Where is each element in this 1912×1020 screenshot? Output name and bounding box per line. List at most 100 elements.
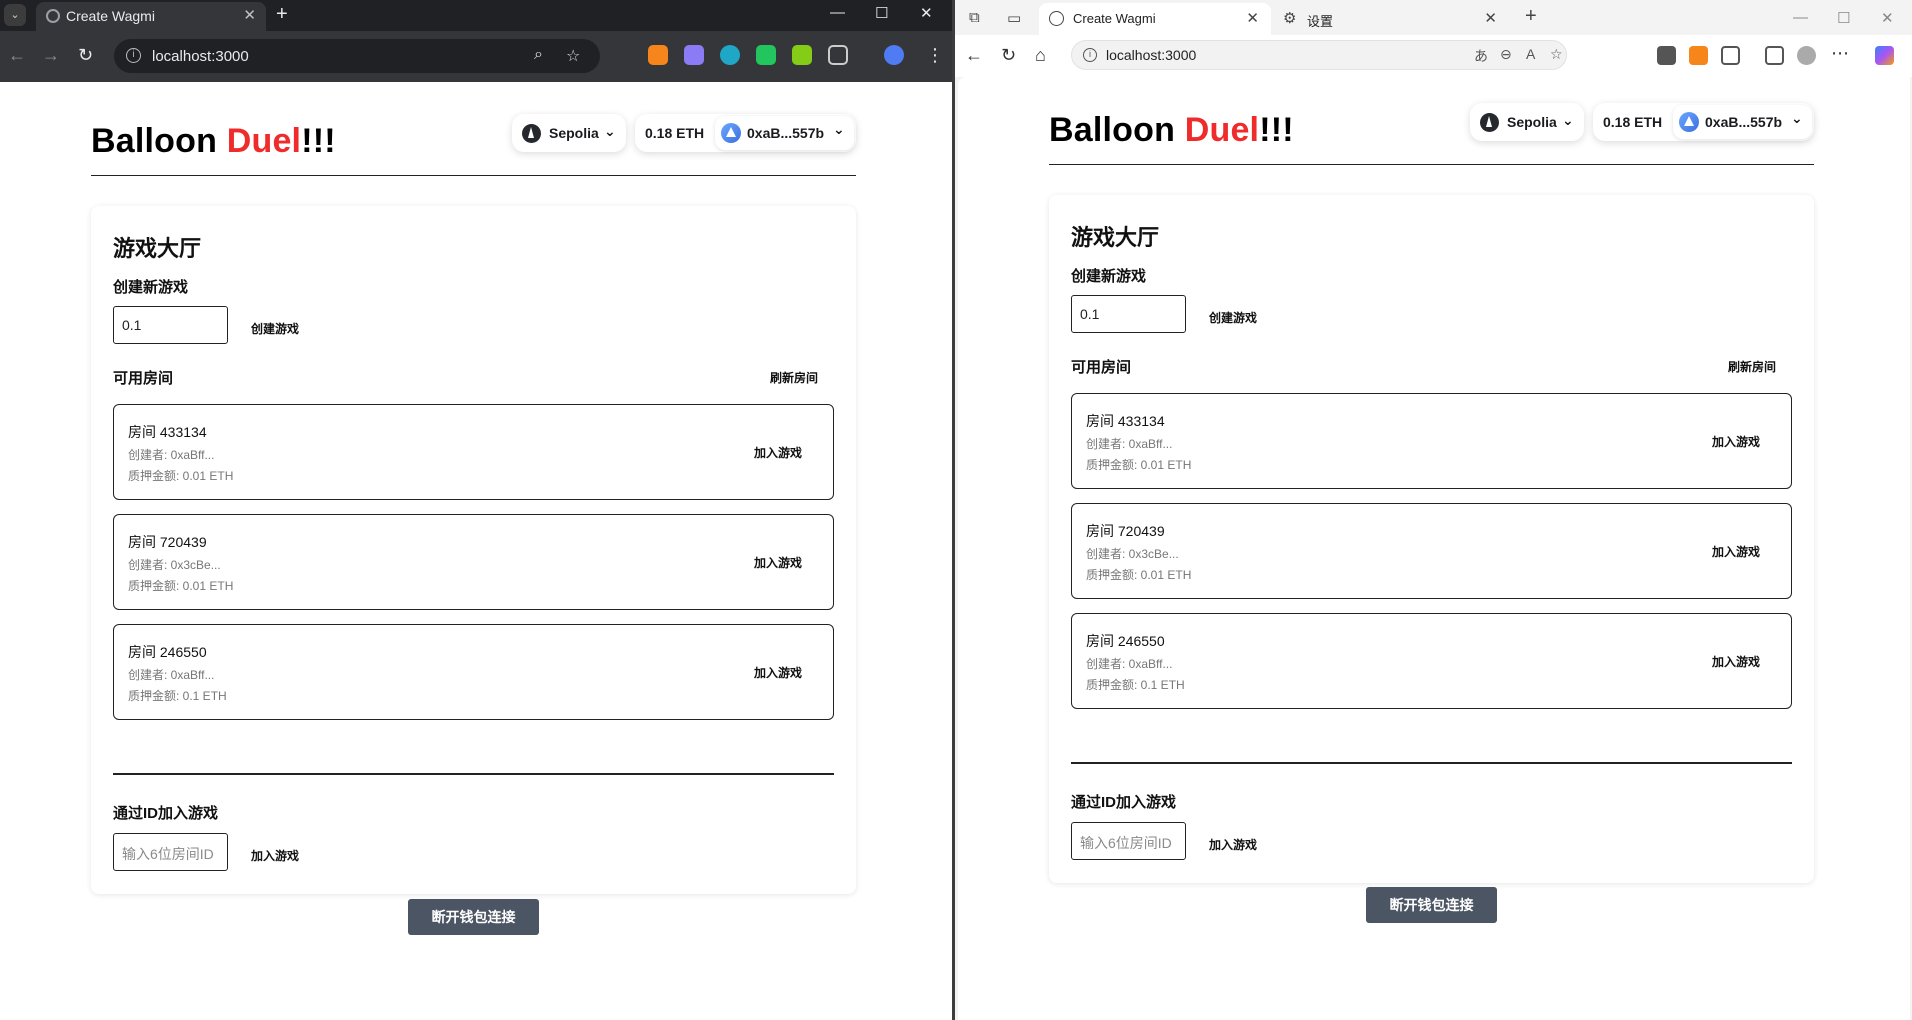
tab-title: Create Wagmi	[1073, 11, 1156, 26]
new-tab-icon[interactable]: +	[1525, 5, 1537, 28]
room-id-input[interactable]: 输入6位房间ID	[113, 833, 228, 871]
minimize-icon[interactable]: —	[830, 4, 845, 21]
site-info-icon[interactable]: i	[126, 48, 141, 63]
zoom-out-icon[interactable]: ⊖	[1500, 46, 1512, 63]
extensions-puzzle-icon[interactable]	[828, 45, 848, 65]
section-divider	[1071, 762, 1792, 764]
edge-tab-active[interactable]: Create Wagmi ✕	[1039, 3, 1271, 35]
site-info-icon[interactable]: i	[1083, 48, 1097, 62]
join-room-button[interactable]: 加入游戏	[754, 444, 802, 461]
close-tab-icon[interactable]: ✕	[1484, 9, 1497, 27]
join-by-id-button[interactable]: 加入游戏	[1209, 836, 1257, 853]
edge-window: ⧉ ▭ Create Wagmi ✕ ⚙ 设置 ✕ + — ☐ ✕ ← ↻ ⌂ …	[955, 0, 1912, 1020]
menu-icon[interactable]: ⋯	[1831, 43, 1849, 64]
address-bar[interactable]: i localhost:3000 ☆ ⌕	[114, 39, 600, 73]
bookmark-star-icon[interactable]: ☆	[566, 46, 580, 66]
menu-icon[interactable]: ⋮	[926, 45, 944, 66]
rooms-heading: 可用房间	[1071, 359, 1132, 376]
room-id-input[interactable]: 输入6位房间ID	[1071, 822, 1186, 860]
home-icon[interactable]: ⌂	[1035, 45, 1046, 66]
network-button[interactable]: Sepolia ⌄	[1470, 103, 1584, 141]
close-window-icon[interactable]: ✕	[920, 4, 933, 22]
extension-icon[interactable]	[720, 45, 740, 65]
profile-avatar[interactable]	[884, 45, 904, 65]
new-tab-icon[interactable]: +	[276, 3, 288, 26]
extension-icon[interactable]	[684, 45, 704, 65]
refresh-rooms-button[interactable]: 刷新房间	[1728, 358, 1776, 375]
zoom-icon[interactable]: ⌕	[534, 46, 543, 64]
address-bar[interactable]: i localhost:3000 あ ⊖ A ☆	[1071, 40, 1567, 70]
edge-tab-settings[interactable]: ⚙ 设置 ✕	[1273, 3, 1509, 35]
address-url: localhost:3000	[1106, 47, 1197, 63]
close-tab-icon[interactable]: ✕	[243, 6, 256, 24]
reload-icon[interactable]: ↻	[78, 45, 93, 66]
network-name: Sepolia	[1507, 114, 1557, 130]
logo-text: Balloon	[1049, 111, 1185, 149]
maximize-icon[interactable]: ☐	[1837, 9, 1850, 27]
globe-icon	[1049, 11, 1064, 26]
back-icon[interactable]: ←	[965, 45, 983, 66]
tab-search-icon[interactable]: ⌄	[4, 4, 26, 26]
disconnect-wallet-button[interactable]: 断开钱包连接	[408, 899, 539, 935]
maximize-icon[interactable]: ☐	[875, 4, 888, 22]
network-button[interactable]: Sepolia ⌄	[512, 114, 626, 152]
chrome-window: ⌄ Create Wagmi ✕ + — ☐ ✕ ← → ↻ i localho…	[0, 0, 952, 1020]
create-game-button[interactable]: 创建游戏	[251, 320, 299, 337]
join-by-id-button[interactable]: 加入游戏	[251, 847, 299, 864]
web-page: Balloon Duel!!! Sepolia ⌄ 0.18 ETH 0xaB.…	[958, 77, 1910, 1020]
extensions-puzzle-icon[interactable]	[1721, 46, 1740, 65]
workspaces-icon[interactable]: ⧉	[969, 9, 980, 26]
reload-icon[interactable]: ↻	[1001, 45, 1016, 66]
ethereum-icon	[522, 124, 541, 143]
metamask-extension-icon[interactable]	[1689, 46, 1708, 65]
room-card: 房间 720439 创建者: 0x3cBe... 质押金额: 0.01 ETH …	[1071, 503, 1792, 599]
minimize-icon[interactable]: —	[1793, 9, 1808, 26]
logo-bang-text: !!!	[301, 122, 336, 160]
app-logo: Balloon Duel!!!	[1049, 111, 1294, 150]
favorites-icon[interactable]	[1765, 46, 1784, 65]
tab-actions-icon[interactable]: ▭	[1007, 9, 1021, 27]
profile-avatar[interactable]	[1797, 46, 1816, 65]
extension-icon[interactable]	[1657, 46, 1676, 65]
room-title: 房间 246550	[1086, 633, 1165, 649]
create-game-button[interactable]: 创建游戏	[1209, 309, 1257, 326]
metamask-extension-icon[interactable]	[648, 45, 668, 65]
favorite-star-icon[interactable]: ☆	[1550, 46, 1563, 63]
account-address-button[interactable]: 0xaB...557b ⌄	[715, 116, 854, 150]
account-avatar	[1679, 112, 1699, 132]
account-address-button[interactable]: 0xaB...557b ⌄	[1673, 105, 1812, 139]
join-by-id-heading: 通过ID加入游戏	[113, 805, 219, 822]
translate-icon[interactable]: あ	[1474, 46, 1488, 66]
join-room-button[interactable]: 加入游戏	[1712, 653, 1760, 670]
read-aloud-icon[interactable]: A	[1526, 46, 1535, 62]
stake-input[interactable]: 0.1	[1071, 295, 1186, 333]
balance-text: 0.18 ETH	[1603, 114, 1663, 130]
join-room-button[interactable]: 加入游戏	[754, 664, 802, 681]
room-card: 房间 433134 创建者: 0xaBff... 质押金额: 0.01 ETH …	[1071, 393, 1792, 489]
logo-accent-text: Duel	[1184, 111, 1260, 149]
globe-icon	[46, 9, 60, 23]
room-card: 房间 246550 创建者: 0xaBff... 质押金额: 0.1 ETH 加…	[1071, 613, 1792, 709]
edge-tab-strip: ⧉ ▭ Create Wagmi ✕ ⚙ 设置 ✕ + — ☐ ✕	[955, 0, 1912, 35]
tab-title: 设置	[1307, 14, 1334, 29]
refresh-rooms-button[interactable]: 刷新房间	[770, 369, 818, 386]
app-container: Balloon Duel!!! Sepolia ⌄ 0.18 ETH 0xaB.…	[1049, 91, 1814, 923]
copilot-icon[interactable]	[1875, 46, 1894, 65]
join-room-button[interactable]: 加入游戏	[1712, 433, 1760, 450]
join-room-button[interactable]: 加入游戏	[754, 554, 802, 571]
account-button[interactable]: 0.18 ETH 0xaB...557b ⌄	[635, 114, 856, 152]
room-creator: 创建者: 0xaBff...	[1086, 437, 1173, 451]
extension-icon[interactable]	[756, 45, 776, 65]
room-creator: 创建者: 0xaBff...	[1086, 657, 1173, 671]
disconnect-wallet-button[interactable]: 断开钱包连接	[1366, 887, 1497, 923]
join-room-button[interactable]: 加入游戏	[1712, 543, 1760, 560]
close-tab-icon[interactable]: ✕	[1246, 9, 1259, 27]
chrome-tab-active[interactable]: Create Wagmi ✕	[36, 2, 266, 31]
extension-icon[interactable]	[792, 45, 812, 65]
close-window-icon[interactable]: ✕	[1881, 9, 1894, 27]
account-button[interactable]: 0.18 ETH 0xaB...557b ⌄	[1593, 103, 1814, 141]
stake-input[interactable]: 0.1	[113, 306, 228, 344]
forward-icon[interactable]: →	[42, 45, 60, 66]
room-creator: 创建者: 0x3cBe...	[128, 558, 221, 572]
back-icon[interactable]: ←	[8, 45, 26, 66]
